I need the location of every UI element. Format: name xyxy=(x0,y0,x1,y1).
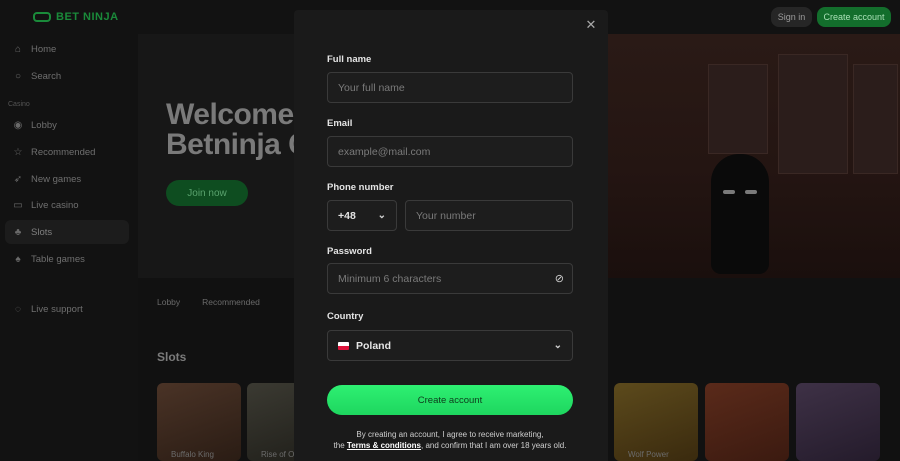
sidebar-item-slots[interactable]: ♣ Slots xyxy=(5,220,129,244)
game-card-name: Wolf Power xyxy=(628,450,669,459)
home-icon: ⌂ xyxy=(14,43,22,55)
search-icon: ○ xyxy=(14,70,22,82)
email-label: Email xyxy=(327,118,353,129)
signup-modal: ✕ Full name Your full name Email example… xyxy=(294,10,608,461)
hero-title-line: Welcome t xyxy=(166,98,312,131)
password-placeholder: Minimum 6 characters xyxy=(338,272,442,285)
chevron-down-icon: ⌄ xyxy=(553,340,562,351)
logo-text: BET NINJA xyxy=(56,11,119,23)
poland-flag-icon xyxy=(338,341,349,350)
filter-recommended[interactable]: Recommended xyxy=(202,297,260,307)
ninja-mascot xyxy=(711,154,769,274)
sidebar-item-label: Live support xyxy=(31,303,83,315)
sidebar-item-live-casino[interactable]: ▭ Live casino xyxy=(5,193,129,217)
hero-title-line: Betninja C xyxy=(166,128,310,161)
sidebar-item-search[interactable]: ○ Search xyxy=(5,64,129,88)
slot-machine-graphic xyxy=(853,64,898,174)
terms-link[interactable]: Terms & conditions xyxy=(347,441,421,450)
country-label: Country xyxy=(327,311,364,322)
filter-lobby[interactable]: Lobby xyxy=(157,297,180,307)
rocket-icon: ➶ xyxy=(13,173,23,185)
sidebar-item-label: Search xyxy=(31,70,62,82)
sidebar-item-new-games[interactable]: ➶ New games xyxy=(5,167,129,191)
sidebar-item-label: Recommended xyxy=(31,146,96,158)
lobby-icon: ◉ xyxy=(13,119,23,131)
game-card[interactable] xyxy=(705,383,789,461)
email-placeholder: example@mail.com xyxy=(338,145,431,158)
sidebar-item-table-games[interactable]: ♠ Table games xyxy=(5,247,129,271)
sidebar-section-label: Casino xyxy=(8,101,30,108)
ninja-eye xyxy=(723,190,735,194)
sidebar-item-lobby[interactable]: ◉ Lobby xyxy=(5,113,129,137)
sidebar-item-label: Live casino xyxy=(31,199,79,211)
phone-label: Phone number xyxy=(327,182,394,193)
chevron-down-icon: ⌄ xyxy=(377,210,386,221)
sidebar-item-live-support[interactable]: ◌ Live support xyxy=(5,297,129,321)
video-icon: ▭ xyxy=(13,199,23,211)
sidebar-item-label: Table games xyxy=(31,253,85,265)
password-label: Password xyxy=(327,246,372,257)
star-icon: ☆ xyxy=(13,146,23,158)
ninja-eye xyxy=(745,190,757,194)
sign-in-button[interactable]: Sign in xyxy=(771,7,812,27)
legal-pre: the xyxy=(333,441,345,450)
slot-machine-graphic xyxy=(778,54,848,174)
phone-number-placeholder: Your number xyxy=(416,209,476,222)
email-input[interactable]: example@mail.com xyxy=(327,136,573,167)
legal-text: By creating an account, I agree to recei… xyxy=(327,429,573,451)
phone-number-input[interactable]: Your number xyxy=(405,200,573,231)
legal-post: , and confirm that I am over 18 years ol… xyxy=(421,441,567,450)
sidebar-item-home[interactable]: ⌂ Home xyxy=(5,37,129,61)
chat-icon: ◌ xyxy=(15,303,21,315)
category-filter-row: Lobby Recommended xyxy=(157,297,260,307)
country-select[interactable]: Poland ⌄ xyxy=(327,330,573,361)
slot-machine-graphic xyxy=(708,64,768,154)
country-value: Poland xyxy=(356,339,392,352)
hero-title: Welcome t Betninja C xyxy=(166,98,312,161)
close-icon[interactable]: ✕ xyxy=(586,18,597,31)
phone-code-value: +48 xyxy=(338,209,356,222)
sidebar: ⌂ Home ○ Search Casino ◉ Lobby ☆ Recomme… xyxy=(0,34,138,461)
password-input[interactable]: Minimum 6 characters ⊘ xyxy=(327,263,573,294)
sidebar-item-label: New games xyxy=(31,173,82,185)
full-name-input[interactable]: Your full name xyxy=(327,72,573,103)
legal-line-1: By creating an account, I agree to recei… xyxy=(356,430,544,439)
game-card[interactable] xyxy=(796,383,880,461)
create-account-top-button[interactable]: Create account xyxy=(817,7,891,27)
full-name-label: Full name xyxy=(327,54,372,65)
phone-code-select[interactable]: +48 ⌄ xyxy=(327,200,397,231)
legal-line-2: the Terms & conditions, and confirm that… xyxy=(327,440,573,451)
sidebar-item-label: Lobby xyxy=(31,119,57,131)
clover-icon: ♣ xyxy=(14,226,22,238)
sidebar-item-label: Home xyxy=(31,43,57,55)
full-name-placeholder: Your full name xyxy=(338,81,405,94)
page: BET NINJA Sign in Create account ⌂ Home … xyxy=(0,0,900,461)
logo[interactable]: BET NINJA xyxy=(33,11,119,23)
create-account-button[interactable]: Create account xyxy=(327,385,573,415)
country-value-wrap: Poland xyxy=(338,340,391,352)
spade-icon: ♠ xyxy=(15,253,21,265)
eye-off-icon[interactable]: ⊘ xyxy=(555,272,564,285)
join-now-button[interactable]: Join now xyxy=(166,180,248,206)
game-card[interactable]: Buffalo King xyxy=(157,383,241,461)
slots-section-title: Slots xyxy=(157,350,187,364)
sidebar-item-recommended[interactable]: ☆ Recommended xyxy=(5,140,129,164)
sidebar-item-label: Slots xyxy=(31,226,53,238)
game-card[interactable]: Wolf Power xyxy=(614,383,698,461)
game-card-name: Buffalo King xyxy=(171,450,214,459)
logo-mark-icon xyxy=(33,12,51,22)
